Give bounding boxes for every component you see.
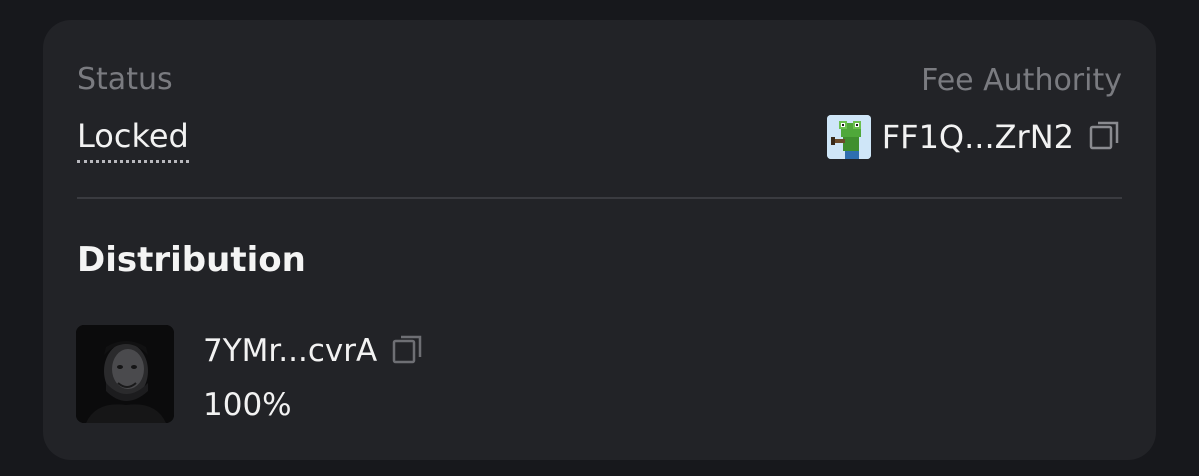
recipient-address-row: 7YMr...cvrA	[203, 331, 425, 371]
copy-icon[interactable]	[1088, 118, 1122, 156]
distribution-title: Distribution	[77, 240, 306, 280]
status-value[interactable]: Locked	[77, 120, 189, 163]
fee-authority-address[interactable]: FF1Q...ZrN2	[882, 121, 1074, 153]
token-info-card: Status Fee Authority Locked FF1Q...ZrN2	[43, 20, 1156, 460]
status-label: Status	[77, 62, 173, 97]
portrait-avatar-icon	[76, 325, 174, 423]
copy-icon[interactable]	[391, 332, 425, 370]
recipient-address[interactable]: 7YMr...cvrA	[203, 335, 377, 367]
fee-authority-label: Fee Authority	[921, 63, 1122, 98]
recipient-percent: 100%	[203, 387, 292, 423]
section-divider	[77, 197, 1122, 199]
frog-avatar-icon	[826, 115, 871, 159]
fee-authority-value: FF1Q...ZrN2	[826, 114, 1122, 160]
